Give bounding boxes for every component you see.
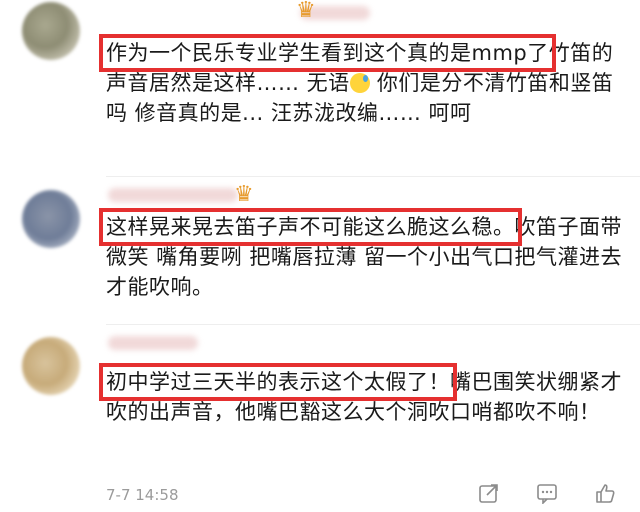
comment-date: 7-7 14:58 bbox=[106, 486, 179, 504]
comment-text: 作为一个民乐专业学生看到这个真的是mmp了竹笛的声音居然是这样…… 无语 你们是… bbox=[99, 34, 626, 128]
comment-text: 初中学过三天半的表示这个太假了！嘴巴围笑状绷紧才吹的出声音，他嘴巴豁这么大个洞吹… bbox=[99, 363, 626, 427]
username-blurred[interactable] bbox=[108, 336, 198, 350]
share-icon[interactable] bbox=[476, 482, 502, 508]
divider bbox=[106, 324, 640, 325]
crown-icon: ♛ bbox=[296, 0, 316, 23]
comment-footer: 7-7 14:58 bbox=[106, 482, 626, 508]
avatar[interactable] bbox=[22, 337, 80, 395]
avatar[interactable] bbox=[22, 2, 80, 60]
comment-icon[interactable] bbox=[534, 482, 560, 508]
like-icon[interactable] bbox=[592, 482, 618, 508]
avatar[interactable] bbox=[22, 190, 80, 248]
highlighted-text: 这样晃来晃去笛子声不可能这么脆这么稳。 bbox=[99, 208, 522, 246]
sweat-emoji-icon bbox=[349, 73, 370, 93]
comment-text: 这样晃来晃去笛子声不可能这么脆这么稳。吹笛子面带微笑 嘴角要咧 把嘴唇拉薄 留一… bbox=[99, 208, 626, 302]
highlighted-text: 作为一个民乐专业学生看到这个真的是mmp了 bbox=[99, 34, 556, 72]
username-blurred[interactable] bbox=[108, 188, 238, 202]
highlighted-text: 初中学过三天半的表示这个太假了！ bbox=[99, 363, 457, 401]
divider bbox=[106, 176, 640, 177]
crown-icon: ♛ bbox=[234, 182, 254, 207]
